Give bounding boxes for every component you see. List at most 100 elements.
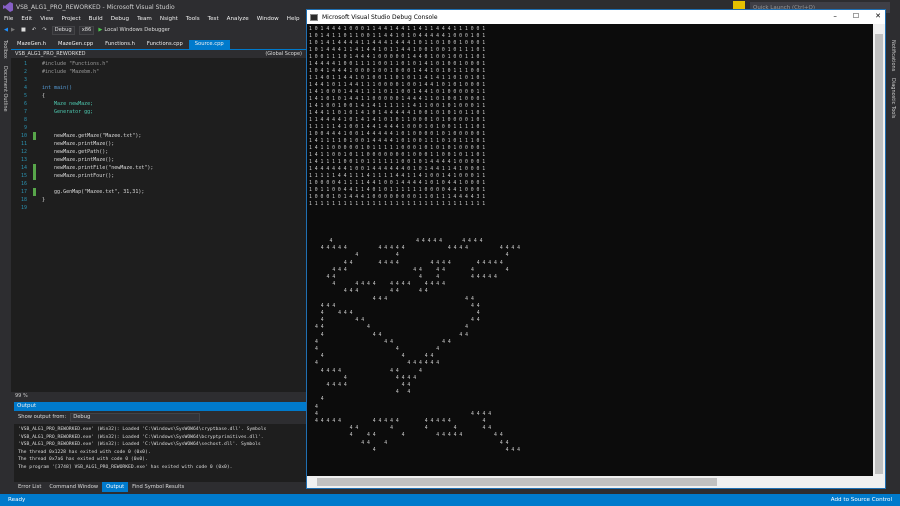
- output-line: 'VSB_ALG1_PRO_REWORKED.exe' (Win32): Loa…: [18, 442, 261, 447]
- code-line: 8: [23, 117, 27, 123]
- console-output: 1 0 1 4 4 4 1 0 0 0 1 1 4 4 1 4 4 1 1 4 …: [307, 24, 873, 479]
- standard-toolbar: ◀ ▶ ■ ↶ ↷ Debug x86 ▶ Local Windows Debu…: [0, 24, 305, 36]
- maze-matrix-row: 1 4 1 1 0 0 0 0 0 1 0 1 1 1 1 1 0 0 0 1 …: [309, 146, 486, 151]
- debug-console-window[interactable]: Microsoft Visual Studio Debug Console – …: [306, 9, 886, 489]
- add-to-source-control-button[interactable]: Add to Source Control: [831, 497, 892, 503]
- console-vertical-scrollbar[interactable]: [873, 24, 885, 476]
- maze-matrix-row: 1 0 0 0 1 0 1 4 4 4 1 0 0 0 0 0 0 0 0 1 …: [309, 195, 486, 200]
- configuration-select[interactable]: Debug: [51, 25, 75, 35]
- code-line: 3: [23, 77, 27, 83]
- menu-file[interactable]: File: [0, 14, 17, 24]
- menu-debug[interactable]: Debug: [107, 14, 133, 24]
- menu-window[interactable]: Window: [253, 14, 283, 24]
- maze-matrix-row: 1 0 1 4 4 4 1 1 4 1 4 4 1 0 1 1 4 4 1 0 …: [309, 48, 486, 53]
- code-line: 10 newMaze.getMaze("Mazee.txt");: [20, 132, 142, 140]
- visual-studio-window: VSB_ALG1_PRO_REWORKED - Microsoft Visual…: [0, 0, 900, 506]
- tab-functions-h[interactable]: Functions.h: [99, 40, 141, 49]
- menu-view[interactable]: View: [36, 14, 57, 24]
- menu-project[interactable]: Project: [58, 14, 85, 24]
- menu-team[interactable]: Team: [133, 14, 156, 24]
- maze-matrix-row: 1 0 0 0 0 4 1 1 1 1 4 4 1 0 0 1 4 4 4 4 …: [309, 181, 486, 186]
- maze-matrix-row: 1 4 4 1 0 1 1 4 4 1 1 1 0 0 0 0 1 0 0 1 …: [309, 83, 486, 88]
- status-bar: Ready Add to Source Control: [0, 494, 900, 506]
- maze-matrix-row: 1 0 0 1 1 1 0 1 4 4 4 1 0 0 0 0 0 1 4 4 …: [309, 55, 486, 60]
- maze-matrix-row: 1 1 4 4 4 4 1 0 1 4 1 4 1 0 1 0 1 1 0 0 …: [309, 118, 486, 123]
- code-line: 6 Maze newMaze;: [23, 101, 94, 107]
- toolbox-tab[interactable]: Toolbox: [2, 40, 8, 59]
- scope-dropdown[interactable]: (Global Scope): [265, 51, 302, 57]
- code-line: 15 newMaze.printFour();: [20, 172, 115, 180]
- redo-icon[interactable]: ↷: [42, 27, 46, 33]
- menu-nsight[interactable]: Nsight: [156, 14, 182, 24]
- document-outline-tab[interactable]: Document Outline: [2, 66, 8, 112]
- maze-matrix-row: 1 4 1 1 0 0 1 0 1 1 0 0 0 0 0 0 0 1 0 0 …: [309, 153, 486, 158]
- output-source-select[interactable]: Debug: [70, 412, 201, 422]
- bottom-panel-tabs: Error List Command Window Output Find Sy…: [14, 482, 306, 492]
- code-line: 7 Generator gg;: [23, 109, 94, 115]
- console-horizontal-scrollbar[interactable]: [307, 476, 885, 488]
- tab-find-symbol-results[interactable]: Find Symbol Results: [128, 482, 188, 492]
- menu-help[interactable]: Help: [283, 14, 304, 24]
- output-line: 'VSB_ALG1_PRO_REWORKED.exe' (Win32): Loa…: [18, 427, 267, 432]
- maze-path-row: 4 4 4 4: [315, 447, 521, 453]
- code-line: 16: [20, 181, 27, 187]
- tab-mazegen-h[interactable]: MazeGen.h: [11, 40, 52, 49]
- maze-matrix-row: 1 4 1 0 0 1 0 0 1 4 1 4 1 1 1 1 1 1 4 1 …: [309, 104, 486, 109]
- window-title: VSB_ALG1_PRO_REWORKED - Microsoft Visual…: [16, 3, 175, 11]
- tab-source-cpp[interactable]: Source.cpp: [188, 40, 230, 49]
- code-line: 1 #include "Functions.h": [23, 61, 109, 67]
- maze-matrix-row: 1 1 1 1 1 1 1 1 1 1 1 1 1 1 1 1 1 1 1 1 …: [309, 202, 486, 207]
- maze-matrix-row: 1 4 1 0 1 0 1 4 4 1 1 0 0 0 0 0 1 4 4 4 …: [309, 97, 486, 102]
- notifications-tab[interactable]: Notifications: [890, 40, 896, 71]
- tab-command-window[interactable]: Command Window: [45, 482, 102, 492]
- zoom-level[interactable]: 99 %: [11, 392, 306, 401]
- right-tool-strip: Notifications Diagnostic Tools: [886, 38, 900, 498]
- maze-matrix-row: 1 4 1 0 0 0 1 4 4 1 1 1 1 0 1 1 0 0 1 4 …: [309, 90, 486, 95]
- maze-matrix-row: 1 4 4 1 1 0 1 0 1 4 1 0 1 4 4 4 4 4 1 0 …: [309, 111, 486, 116]
- maze-matrix-row: 1 0 1 4 4 4 1 0 0 0 1 1 4 4 1 4 4 1 1 4 …: [309, 27, 486, 32]
- code-line: 14 newMaze.printFile("newMaze.txt");: [20, 164, 154, 172]
- project-dropdown[interactable]: VSB_ALG1_PRO_REWORKED: [15, 51, 86, 57]
- tab-mazegen-cpp[interactable]: MazeGen.cpp: [52, 40, 99, 49]
- start-debugging-button[interactable]: Local Windows Debugger: [104, 27, 170, 33]
- tab-functions-cpp[interactable]: Functions.cpp: [141, 40, 189, 49]
- platform-select[interactable]: x86: [78, 25, 95, 35]
- back-icon[interactable]: ◀: [4, 27, 8, 33]
- maze-matrix-row: 1 4 1 1 1 1 0 1 0 0 1 4 4 4 4 1 0 1 0 0 …: [309, 139, 486, 144]
- start-debugging-icon[interactable]: ▶: [98, 27, 102, 33]
- maximize-icon[interactable]: ☐: [853, 12, 859, 20]
- code-line: 17 gg.GenMap("Mazee.txt", 31,31);: [20, 188, 145, 196]
- maze-matrix-row: 1 0 0 4 4 4 1 0 0 1 4 4 4 4 4 1 0 1 0 0 …: [309, 132, 486, 137]
- code-line: 9: [23, 125, 27, 131]
- save-icon[interactable]: ■: [21, 27, 26, 33]
- maze-matrix-row: 1 0 1 4 1 4 4 4 4 1 1 4 4 4 1 4 4 4 1 0 …: [309, 41, 486, 46]
- menu-test[interactable]: Test: [204, 14, 223, 24]
- code-line: 2 #include "Mazebm.h": [23, 69, 100, 75]
- output-panel-title: Output: [14, 402, 306, 411]
- tab-error-list[interactable]: Error List: [14, 482, 45, 492]
- menu-analyze[interactable]: Analyze: [223, 14, 253, 24]
- output-line: 'VSB_ALG1_PRO_REWORKED.exe' (Win32): Loa…: [18, 434, 264, 440]
- minimize-icon[interactable]: –: [833, 12, 837, 20]
- menu-tools[interactable]: Tools: [182, 14, 204, 24]
- menu-edit[interactable]: Edit: [17, 14, 36, 24]
- diagnostic-tools-tab[interactable]: Diagnostic Tools: [890, 78, 896, 118]
- output-log[interactable]: 'VSB_ALG1_PRO_REWORKED.exe' (Win32): Loa…: [14, 424, 306, 482]
- menu-bar: File Edit View Project Build Debug Team …: [0, 14, 305, 24]
- output-line: The thread 0x7a6 has exited with code 0 …: [18, 457, 148, 462]
- menu-build[interactable]: Build: [85, 14, 107, 24]
- visual-studio-logo-icon: [3, 2, 13, 12]
- code-line: 13 newMaze.printMaze();: [20, 157, 115, 163]
- maze-matrix-row: 1 1 4 0 1 1 4 4 1 0 1 0 0 1 1 0 1 0 1 1 …: [309, 76, 486, 81]
- code-line: 11 newMaze.printMaze();: [20, 141, 115, 147]
- code-line: 4 int main(): [23, 85, 73, 91]
- code-editor[interactable]: 1 #include "Functions.h" 2 #include "Mazeb…: [11, 58, 306, 392]
- forward-icon[interactable]: ▶: [11, 27, 15, 33]
- undo-icon[interactable]: ↶: [32, 27, 36, 33]
- tab-output[interactable]: Output: [102, 482, 129, 492]
- close-icon[interactable]: ✕: [875, 12, 881, 20]
- maze-matrix-row: 1 0 4 1 4 4 4 1 0 0 0 1 0 0 1 0 0 0 1 4 …: [309, 69, 486, 74]
- maze-path-row: 4 4: [315, 390, 411, 396]
- console-title-bar: Microsoft Visual Studio Debug Console – …: [307, 10, 885, 24]
- maze-matrix-row: 1 4 4 4 4 4 4 1 0 0 1 4 4 4 4 4 4 0 1 0 …: [309, 167, 486, 172]
